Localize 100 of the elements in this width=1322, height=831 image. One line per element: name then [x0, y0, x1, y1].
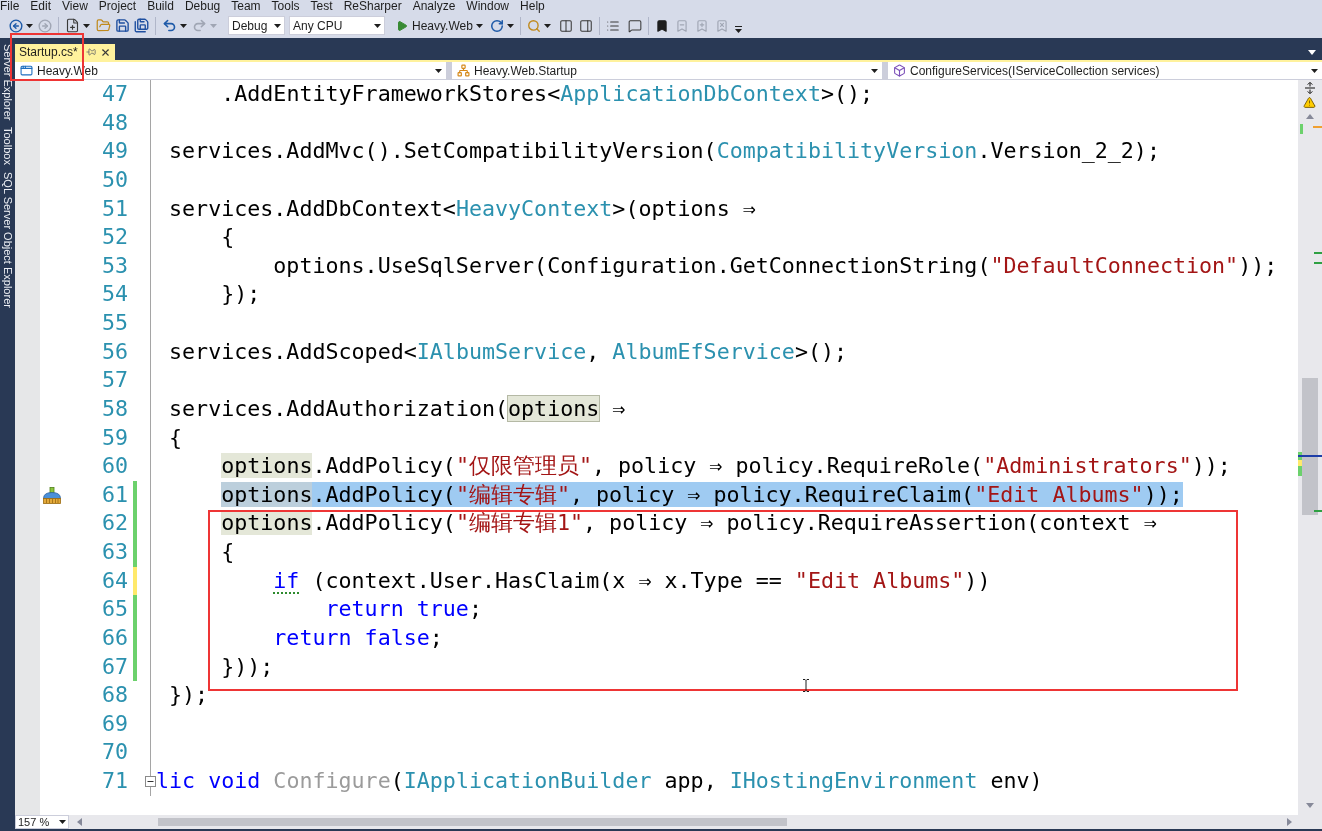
- start-button[interactable]: Heavy.Web: [396, 16, 473, 35]
- back-icon[interactable]: [9, 18, 23, 33]
- menu-item[interactable]: Edit: [30, 0, 52, 13]
- scroll-right-icon[interactable]: [1287, 818, 1292, 826]
- play-icon: [396, 19, 408, 32]
- line-number: 56: [101, 338, 128, 364]
- code-line: if (context.User.HasClaim(x ⇒ x.Type == "Edit Albums")): [273, 567, 991, 593]
- menu-item[interactable]: Analyze: [412, 0, 456, 13]
- menu-item[interactable]: Debug: [184, 0, 221, 13]
- collapse-icon[interactable]: [145, 776, 156, 787]
- menu-item[interactable]: View: [62, 0, 88, 13]
- save-icon[interactable]: [115, 18, 130, 33]
- undo-icon[interactable]: [162, 18, 177, 33]
- scroll-down-icon[interactable]: [1306, 803, 1314, 808]
- menu-item[interactable]: Project: [98, 0, 137, 13]
- line-number: 50: [101, 166, 128, 192]
- code-line: });: [169, 682, 209, 708]
- caret-icon[interactable]: [180, 23, 187, 28]
- line-number: 59: [101, 424, 128, 450]
- caret-icon[interactable]: [543, 23, 551, 28]
- configuration-dropdown[interactable]: Debug: [228, 16, 285, 35]
- line-number: 67: [101, 653, 128, 679]
- brush-icon[interactable]: [42, 486, 62, 504]
- code-line: });: [221, 281, 261, 307]
- caret-icon: [274, 23, 281, 28]
- split-handle-icon[interactable]: [1304, 82, 1316, 94]
- side-tab[interactable]: SQL Server Object Explorer: [1, 172, 14, 309]
- text-cursor-icon: [802, 679, 810, 692]
- menu-item[interactable]: Team: [231, 0, 261, 13]
- code-line: services.AddDbContext<HeavyContext>(options ⇒: [169, 195, 756, 221]
- pin-icon[interactable]: [85, 47, 96, 57]
- scrollbar-marker: [1314, 252, 1322, 254]
- document-tab[interactable]: Startup.cs*: [15, 44, 115, 60]
- refresh-icon[interactable]: [489, 18, 504, 33]
- bookmark-icon[interactable]: [654, 18, 669, 33]
- code-line: services.AddMvc().SetCompatibilityVersion(CompatibilityVersion.Version_2_2);: [169, 138, 1160, 164]
- line-number: 58: [101, 395, 128, 421]
- menu-item[interactable]: Window: [466, 0, 510, 13]
- caret-icon: [374, 23, 381, 28]
- line-number: 51: [101, 195, 128, 221]
- code-line: services.AddScoped<IAlbumService, AlbumEfService>();: [169, 338, 848, 364]
- network-icon: [457, 64, 470, 77]
- caret-icon[interactable]: [83, 23, 90, 28]
- save-all-icon[interactable]: [134, 18, 149, 33]
- menu-item[interactable]: Build: [147, 0, 174, 13]
- overflow-icon[interactable]: [734, 26, 742, 33]
- line-number: 66: [101, 624, 128, 650]
- menu-item[interactable]: Help: [520, 0, 545, 13]
- side-tab[interactable]: Toolbox: [1, 127, 14, 166]
- code-line: services.AddAuthorization(options ⇒: [169, 395, 626, 421]
- code-line: }));: [221, 653, 274, 679]
- line-number: 64: [101, 567, 128, 593]
- comment-icon[interactable]: [627, 18, 642, 33]
- columns-icon[interactable]: [558, 18, 573, 33]
- new-file-icon[interactable]: [65, 18, 80, 33]
- cube-icon: [893, 64, 906, 77]
- scrollbar-thumb[interactable]: [158, 818, 787, 826]
- line-number: 49: [101, 138, 128, 164]
- caret-icon: [1311, 68, 1318, 73]
- panel-icon[interactable]: [578, 18, 593, 33]
- line-number: 52: [101, 224, 128, 250]
- navigation-dropdown[interactable]: Heavy.Web.Startup: [452, 62, 882, 79]
- line-number: 62: [101, 510, 128, 536]
- caret-icon[interactable]: [475, 23, 483, 28]
- code-line: lic void Configure(IApplicationBuilder app, IHostingEnvironment env): [156, 768, 1043, 793]
- code-line: {: [221, 539, 235, 564]
- line-number: 57: [101, 367, 128, 393]
- menu-item[interactable]: File: [0, 0, 20, 13]
- code-line: return true;: [325, 596, 482, 622]
- close-icon[interactable]: [99, 46, 111, 58]
- menu-item[interactable]: Tools: [271, 0, 300, 13]
- code-line: options.AddPolicy("编辑专辑1", policy ⇒ policy.RequireAssertion(context ⇒: [221, 510, 1157, 536]
- menu-item[interactable]: Test: [310, 0, 333, 13]
- caret-icon[interactable]: [26, 23, 33, 28]
- caret-icon: [871, 68, 878, 73]
- scrollbar-marker: [1314, 510, 1322, 512]
- list-icon[interactable]: [605, 18, 620, 33]
- scrollbar-marker: [1314, 262, 1322, 264]
- line-number: 53: [101, 252, 128, 278]
- zoom-dropdown[interactable]: 157 %: [15, 815, 69, 829]
- line-number: 71: [101, 768, 128, 793]
- scroll-up-icon[interactable]: [1306, 114, 1314, 119]
- code-line: .AddEntityFrameworkStores<ApplicationDbContext>();: [221, 81, 874, 106]
- navigation-dropdown[interactable]: ConfigureServices(IServiceCollection services): [888, 62, 1322, 79]
- warning-icon[interactable]: [1303, 96, 1316, 109]
- caret-icon: [59, 820, 66, 824]
- scroll-left-icon[interactable]: [77, 818, 82, 826]
- line-number: 61: [101, 481, 128, 507]
- caret-icon[interactable]: [506, 23, 514, 28]
- line-number: 47: [101, 81, 128, 106]
- line-number: 70: [101, 739, 128, 765]
- line-number: 65: [101, 596, 128, 622]
- code-line: {: [169, 424, 183, 450]
- platform-dropdown[interactable]: Any CPU: [289, 16, 385, 35]
- code-line: {: [221, 224, 235, 250]
- tab-list-dropdown-icon[interactable]: [1308, 49, 1316, 55]
- menu-item[interactable]: ReSharper: [343, 0, 402, 13]
- scrollbar-thumb[interactable]: [1302, 378, 1318, 515]
- line-number: 69: [101, 710, 128, 736]
- code-line: options.AddPolicy("仅限管理员", policy ⇒ policy.RequireRole("Administrators"));: [221, 453, 1231, 479]
